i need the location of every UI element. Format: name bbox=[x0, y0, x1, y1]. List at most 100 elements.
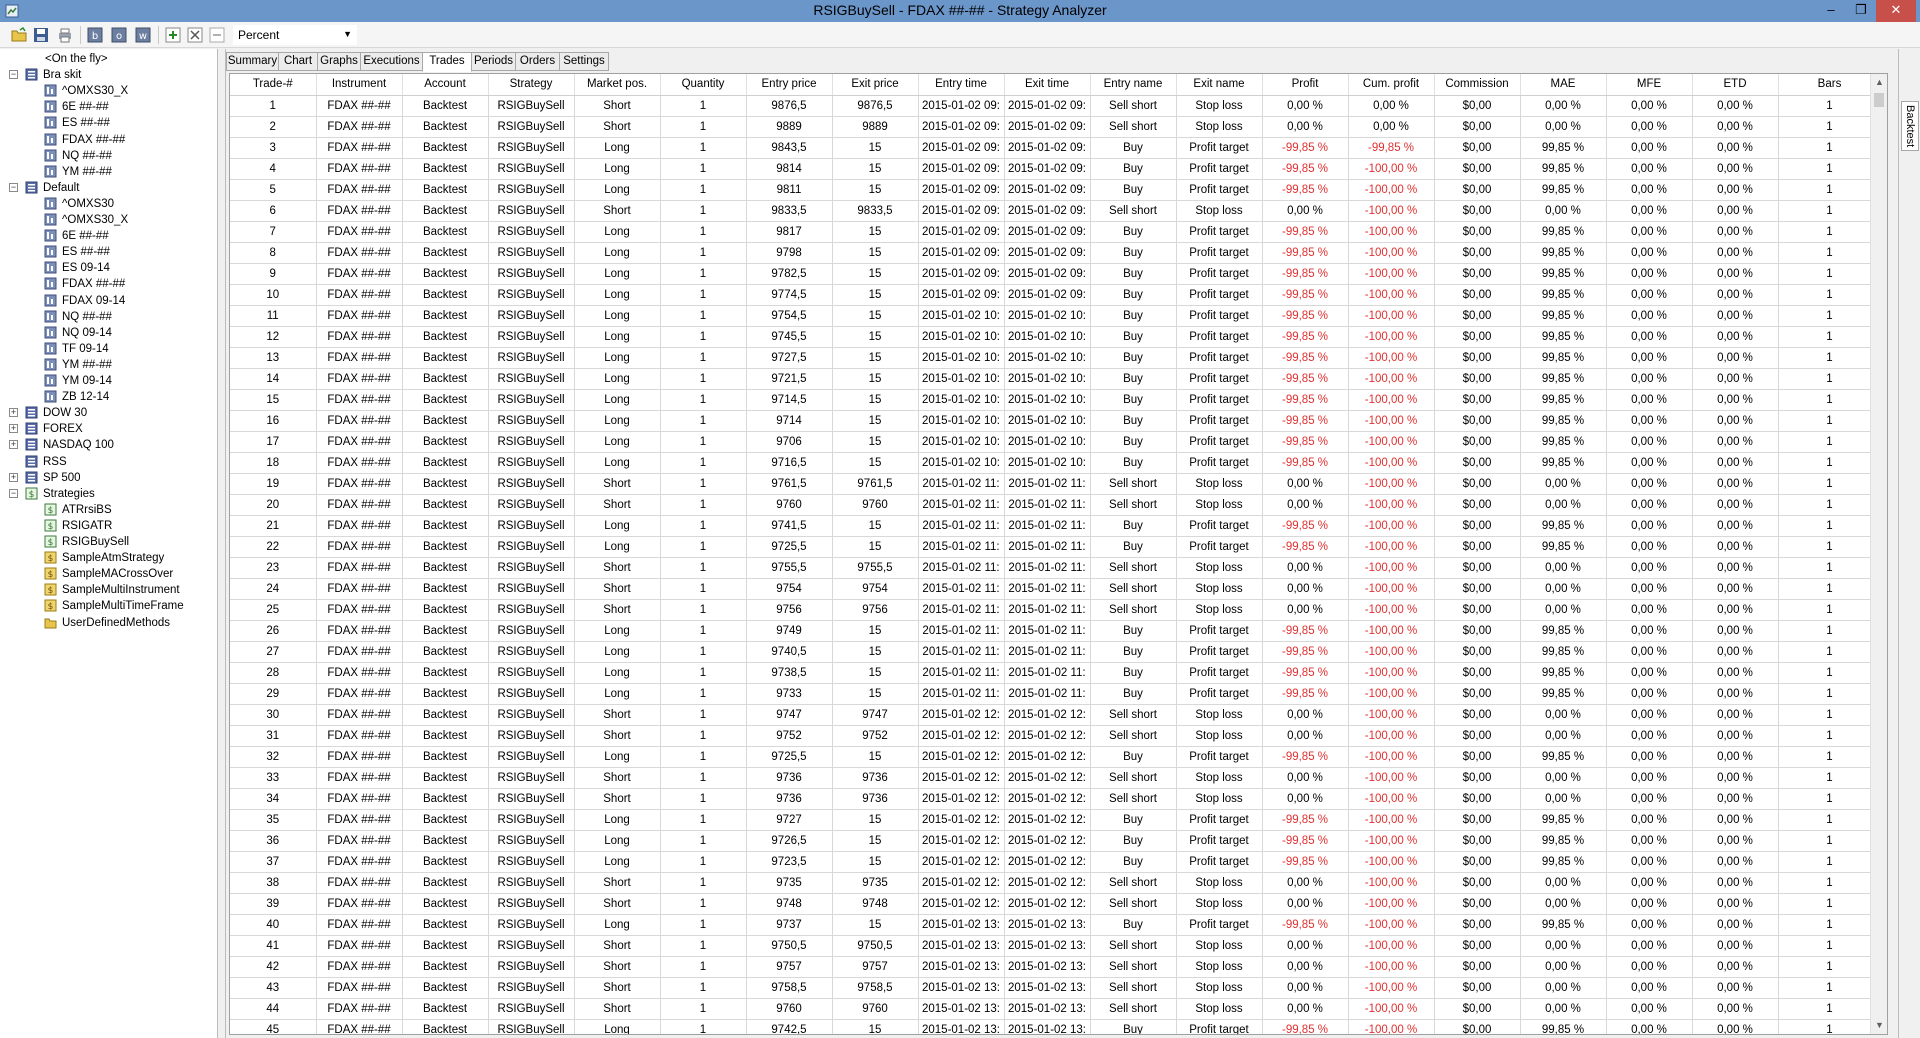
minimize-button[interactable]: – bbox=[1816, 0, 1846, 22]
display-unit-select[interactable]: Percent ▼ bbox=[233, 25, 357, 45]
tree-item[interactable]: FDAX 09-14 bbox=[0, 293, 216, 309]
table-row[interactable]: 32 FDAX ##-## Backtest RSIGBuySell Long 1 9725… bbox=[230, 746, 1882, 768]
tab-chart[interactable]: Chart bbox=[278, 52, 318, 71]
tree-item[interactable]: $ SampleAtmStrategy bbox=[0, 550, 216, 566]
expand-icon[interactable]: + bbox=[9, 472, 18, 482]
table-row[interactable]: 10 FDAX ##-## Backtest RSIGBuySell Long 1 9774… bbox=[230, 284, 1882, 306]
tree-item[interactable]: NQ 09-14 bbox=[0, 325, 216, 341]
tree-item[interactable]: + NASDAQ 100 bbox=[0, 437, 216, 453]
tree-item[interactable]: ^OMXS30_X bbox=[0, 212, 216, 228]
table-row[interactable]: 41 FDAX ##-## Backtest RSIGBuySell Short 1 975… bbox=[230, 935, 1882, 957]
table-row[interactable]: 23 FDAX ##-## Backtest RSIGBuySell Short 1 975… bbox=[230, 557, 1882, 579]
table-row[interactable]: 15 FDAX ##-## Backtest RSIGBuySell Long 1 9714… bbox=[230, 389, 1882, 411]
tree-item[interactable]: ES 09-14 bbox=[0, 260, 216, 276]
tree-item[interactable]: YM ##-## bbox=[0, 164, 216, 180]
tree-item[interactable]: $ SampleMultiTimeFrame bbox=[0, 598, 216, 614]
table-row[interactable]: 31 FDAX ##-## Backtest RSIGBuySell Short 1 975… bbox=[230, 725, 1882, 747]
table-row[interactable]: 17 FDAX ##-## Backtest RSIGBuySell Long 1 9706… bbox=[230, 431, 1882, 453]
add-icon[interactable] bbox=[164, 26, 182, 44]
table-row[interactable]: 35 FDAX ##-## Backtest RSIGBuySell Long 1 9727… bbox=[230, 809, 1882, 831]
tree-item[interactable]: $ RSIGATR bbox=[0, 518, 216, 534]
table-row[interactable]: 21 FDAX ##-## Backtest RSIGBuySell Long 1 9741… bbox=[230, 515, 1882, 537]
panel-splitter[interactable] bbox=[218, 49, 226, 1038]
table-row[interactable]: 39 FDAX ##-## Backtest RSIGBuySell Short 1 974… bbox=[230, 893, 1882, 915]
column-header[interactable]: Market pos. bbox=[574, 74, 661, 96]
walk-forward-icon[interactable]: w bbox=[134, 26, 152, 44]
tree-item[interactable]: $ SampleMACrossOver bbox=[0, 566, 216, 582]
table-row[interactable]: 19 FDAX ##-## Backtest RSIGBuySell Short 1 976… bbox=[230, 473, 1882, 495]
table-row[interactable]: 22 FDAX ##-## Backtest RSIGBuySell Long 1 9725… bbox=[230, 536, 1882, 558]
tree-item[interactable]: − Default bbox=[0, 180, 216, 196]
table-row[interactable]: 4 FDAX ##-## Backtest RSIGBuySell Long 1 9814 1… bbox=[230, 158, 1882, 180]
table-row[interactable]: 42 FDAX ##-## Backtest RSIGBuySell Short 1 975… bbox=[230, 956, 1882, 978]
column-header[interactable]: Exit name bbox=[1176, 74, 1263, 96]
column-header[interactable]: MFE bbox=[1606, 74, 1693, 96]
tab-summary[interactable]: Summary bbox=[226, 52, 279, 71]
maximize-button[interactable]: ❐ bbox=[1846, 0, 1876, 22]
table-row[interactable]: 34 FDAX ##-## Backtest RSIGBuySell Short 1 973… bbox=[230, 788, 1882, 810]
tree-item[interactable]: ^OMXS30 bbox=[0, 196, 216, 212]
collapse-icon[interactable]: − bbox=[9, 182, 18, 192]
table-row[interactable]: 16 FDAX ##-## Backtest RSIGBuySell Long 1 9714… bbox=[230, 410, 1882, 432]
table-row[interactable]: 25 FDAX ##-## Backtest RSIGBuySell Short 1 975… bbox=[230, 599, 1882, 621]
table-row[interactable]: 37 FDAX ##-## Backtest RSIGBuySell Long 1 9723… bbox=[230, 851, 1882, 873]
tree-item[interactable]: + SP 500 bbox=[0, 470, 216, 486]
tree-item[interactable]: YM 09-14 bbox=[0, 373, 216, 389]
table-row[interactable]: 33 FDAX ##-## Backtest RSIGBuySell Short 1 973… bbox=[230, 767, 1882, 789]
expand-icon[interactable]: + bbox=[9, 424, 18, 434]
column-header[interactable]: Profit bbox=[1262, 74, 1349, 96]
delete-icon[interactable] bbox=[208, 26, 226, 44]
column-header[interactable]: Entry time bbox=[918, 74, 1005, 96]
table-row[interactable]: 11 FDAX ##-## Backtest RSIGBuySell Long 1 9754… bbox=[230, 305, 1882, 327]
open-folder-icon[interactable] bbox=[10, 26, 28, 44]
table-row[interactable]: 13 FDAX ##-## Backtest RSIGBuySell Long 1 9727… bbox=[230, 347, 1882, 369]
table-row[interactable]: 2 FDAX ##-## Backtest RSIGBuySell Short 1 9889… bbox=[230, 116, 1882, 138]
save-icon[interactable] bbox=[32, 26, 50, 44]
column-header[interactable]: Instrument bbox=[316, 74, 403, 96]
tree-item[interactable]: FDAX ##-## bbox=[0, 132, 216, 148]
table-row[interactable]: 24 FDAX ##-## Backtest RSIGBuySell Short 1 975… bbox=[230, 578, 1882, 600]
table-row[interactable]: 9 FDAX ##-## Backtest RSIGBuySell Long 1 9782,… bbox=[230, 263, 1882, 285]
backtest-icon[interactable]: b bbox=[86, 26, 104, 44]
expand-icon[interactable]: + bbox=[9, 440, 18, 450]
tree-item[interactable]: TF 09-14 bbox=[0, 341, 216, 357]
collapse-icon[interactable]: − bbox=[9, 488, 18, 498]
tab-trades[interactable]: Trades bbox=[422, 52, 472, 72]
tree-item[interactable]: FDAX ##-## bbox=[0, 276, 216, 292]
table-row[interactable]: 3 FDAX ##-## Backtest RSIGBuySell Long 1 9843,… bbox=[230, 137, 1882, 159]
table-row[interactable]: 38 FDAX ##-## Backtest RSIGBuySell Short 1 973… bbox=[230, 872, 1882, 894]
tree-item[interactable]: $ SampleMultiInstrument bbox=[0, 582, 216, 598]
tree-item[interactable]: $ RSIGBuySell bbox=[0, 534, 216, 550]
column-header[interactable]: Trade-# bbox=[230, 74, 317, 96]
column-header[interactable]: Commission bbox=[1434, 74, 1521, 96]
tab-graphs[interactable]: Graphs bbox=[317, 52, 361, 71]
expand-icon[interactable]: + bbox=[9, 408, 18, 418]
table-row[interactable]: 14 FDAX ##-## Backtest RSIGBuySell Long 1 9721… bbox=[230, 368, 1882, 390]
tree-item[interactable]: NQ ##-## bbox=[0, 148, 216, 164]
scroll-up-icon[interactable]: ▲ bbox=[1871, 74, 1887, 91]
tab-orders[interactable]: Orders bbox=[515, 52, 560, 71]
tab-executions[interactable]: Executions bbox=[360, 52, 423, 71]
column-header[interactable]: Account bbox=[402, 74, 489, 96]
scroll-thumb[interactable] bbox=[1874, 93, 1884, 107]
table-row[interactable]: 28 FDAX ##-## Backtest RSIGBuySell Long 1 9738… bbox=[230, 662, 1882, 684]
column-header[interactable]: MAE bbox=[1520, 74, 1607, 96]
tree-item[interactable]: ES ##-## bbox=[0, 115, 216, 131]
table-row[interactable]: 44 FDAX ##-## Backtest RSIGBuySell Short 1 976… bbox=[230, 998, 1882, 1020]
tree-item[interactable]: NQ ##-## bbox=[0, 309, 216, 325]
column-header[interactable]: Exit time bbox=[1004, 74, 1091, 96]
table-row[interactable]: 20 FDAX ##-## Backtest RSIGBuySell Short 1 976… bbox=[230, 494, 1882, 516]
column-header[interactable]: Strategy bbox=[488, 74, 575, 96]
tree-item[interactable]: RSS bbox=[0, 454, 216, 470]
table-row[interactable]: 5 FDAX ##-## Backtest RSIGBuySell Long 1 9811 1… bbox=[230, 179, 1882, 201]
column-header[interactable]: Entry name bbox=[1090, 74, 1177, 96]
table-row[interactable]: 6 FDAX ##-## Backtest RSIGBuySell Short 1 9833… bbox=[230, 200, 1882, 222]
column-header[interactable]: Bars bbox=[1778, 74, 1882, 96]
tab-settings[interactable]: Settings bbox=[559, 52, 609, 71]
table-row[interactable]: 26 FDAX ##-## Backtest RSIGBuySell Long 1 9749… bbox=[230, 620, 1882, 642]
print-icon[interactable] bbox=[56, 26, 74, 44]
tree-item[interactable]: + DOW 30 bbox=[0, 405, 216, 421]
table-row[interactable]: 45 FDAX ##-## Backtest RSIGBuySell Long 1 9742… bbox=[230, 1019, 1882, 1034]
table-row[interactable]: 12 FDAX ##-## Backtest RSIGBuySell Long 1 9745… bbox=[230, 326, 1882, 348]
tree-item[interactable]: UserDefinedMethods bbox=[0, 615, 216, 631]
